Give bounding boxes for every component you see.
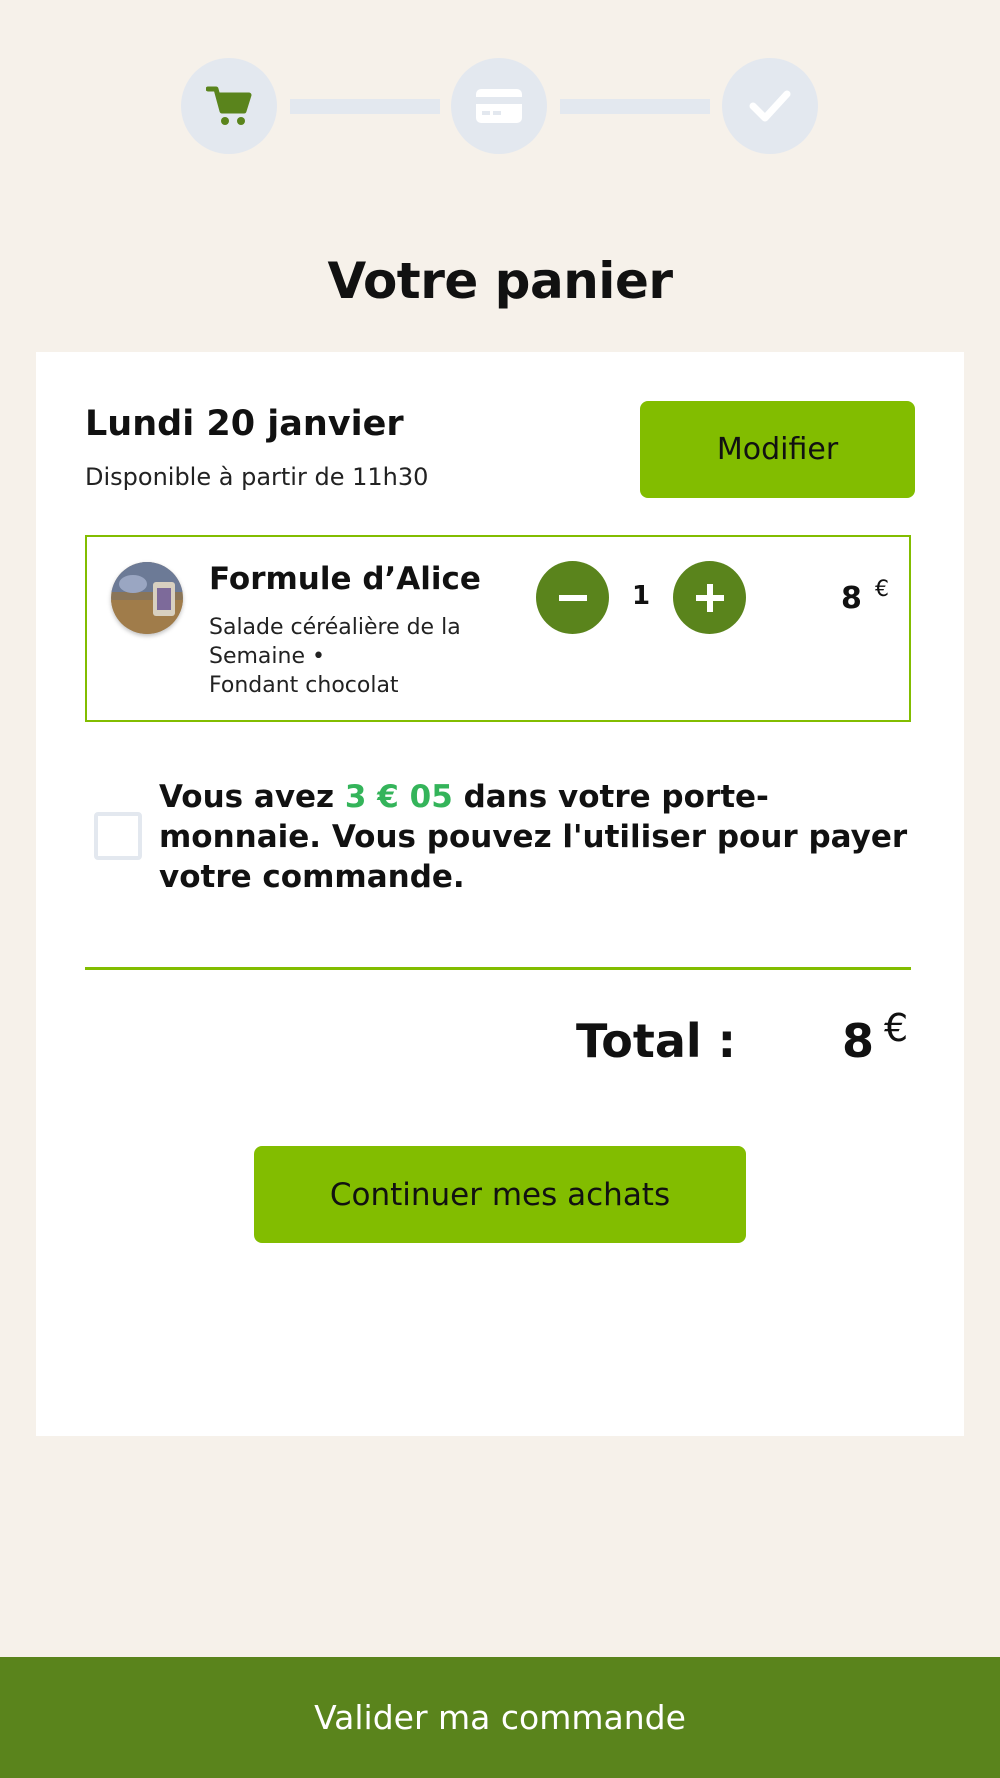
step-confirmation xyxy=(722,58,818,154)
page-title: Votre panier xyxy=(327,252,673,310)
cart-item: Formule d’Alice Salade céréalière de la … xyxy=(85,535,911,722)
modify-button[interactable]: Modifier xyxy=(640,401,915,498)
continue-shopping-button[interactable]: Continuer mes achats xyxy=(254,1146,746,1243)
delivery-date: Lundi 20 janvier xyxy=(85,404,404,444)
item-description-line: Salade céréalière de la xyxy=(209,615,461,640)
cart-icon xyxy=(206,86,252,125)
credit-card-icon xyxy=(476,89,522,123)
decrease-quantity-button[interactable] xyxy=(536,561,609,634)
item-currency: € xyxy=(875,577,889,602)
submit-order-button[interactable]: Valider ma commande xyxy=(0,1657,1000,1778)
checkout-stepper xyxy=(0,0,1000,160)
total-currency: € xyxy=(884,1006,909,1050)
item-price: 8 xyxy=(841,581,862,616)
product-thumbnail xyxy=(111,562,183,634)
wallet-checkbox[interactable] xyxy=(94,812,142,860)
item-description: Salade céréalière de la Semaine • Fondan… xyxy=(209,613,479,700)
item-description-line: Fondant chocolat xyxy=(209,673,399,698)
step-connector xyxy=(290,99,440,114)
cart-card: Lundi 20 janvier Disponible à partir de … xyxy=(36,352,964,1436)
step-cart xyxy=(181,58,277,154)
divider xyxy=(85,967,911,970)
wallet-amount: 3 € 05 xyxy=(344,779,453,815)
plus-icon xyxy=(695,583,724,612)
increase-quantity-button[interactable] xyxy=(673,561,746,634)
total-value: 8 xyxy=(842,1014,875,1068)
step-payment xyxy=(451,58,547,154)
total-label: Total : xyxy=(576,1014,737,1068)
item-name: Formule d’Alice xyxy=(209,561,481,597)
quantity-value: 1 xyxy=(631,581,651,611)
availability-text: Disponible à partir de 11h30 xyxy=(85,463,429,491)
item-description-line: Semaine • xyxy=(209,644,325,669)
step-connector xyxy=(560,99,710,114)
wallet-message: Vous avez 3 € 05 dans votre porte-monnai… xyxy=(159,777,919,897)
check-icon xyxy=(749,90,791,122)
wallet-text-before: Vous avez xyxy=(159,779,345,815)
minus-icon xyxy=(558,594,587,601)
